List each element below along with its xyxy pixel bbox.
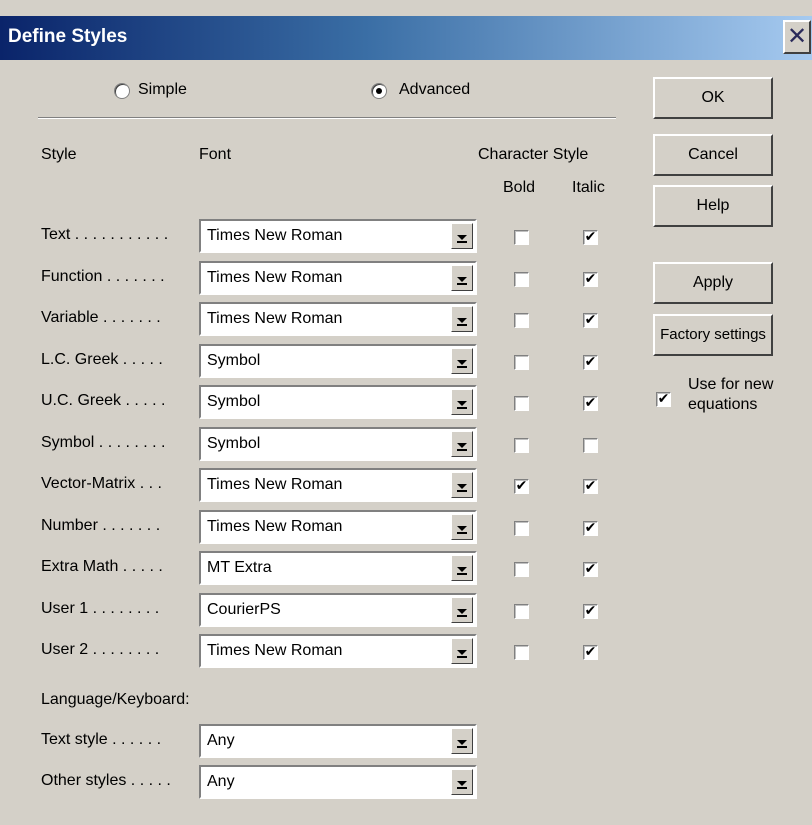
bold-checkbox[interactable] [514, 230, 529, 245]
use-for-new-equations-checkbox[interactable]: ✔ [656, 392, 671, 407]
style-row-label: Number . . . . . . . [41, 517, 161, 534]
style-font-value: Times New Roman [207, 518, 343, 535]
chevron-down-icon[interactable] [451, 223, 473, 249]
style-font-select[interactable]: Symbol [199, 344, 477, 378]
apply-button[interactable]: Apply [653, 262, 773, 304]
chevron-down-icon[interactable] [451, 348, 473, 374]
style-font-select[interactable]: Times New Roman [199, 261, 477, 295]
chevron-down-icon[interactable] [451, 514, 473, 540]
text-style-language-value: Any [207, 732, 235, 749]
bold-checkbox[interactable]: ✔ [514, 479, 529, 494]
window-title: Define Styles [8, 26, 128, 47]
style-row-label: Extra Math . . . . . [41, 558, 163, 575]
use-for-new-label-line2[interactable]: equations [688, 396, 757, 414]
style-font-select[interactable]: Times New Roman [199, 219, 477, 253]
style-row-label: Symbol . . . . . . . . [41, 434, 166, 451]
style-font-select[interactable]: Times New Roman [199, 302, 477, 336]
other-styles-language-value: Any [207, 773, 235, 790]
italic-checkbox[interactable]: ✔ [583, 396, 598, 411]
style-font-select[interactable]: Symbol [199, 385, 477, 419]
style-row-label: User 2 . . . . . . . . [41, 641, 160, 658]
bold-checkbox[interactable] [514, 272, 529, 287]
style-font-select[interactable]: Symbol [199, 427, 477, 461]
style-row-label: Variable . . . . . . . [41, 309, 161, 326]
language-keyboard-heading: Language/Keyboard: [41, 691, 190, 708]
factory-settings-button[interactable]: Factory settings [653, 314, 773, 356]
style-font-value: Times New Roman [207, 269, 343, 286]
italic-checkbox[interactable]: ✔ [583, 272, 598, 287]
text-style-label: Text style . . . . . . [41, 731, 162, 748]
style-font-value: Symbol [207, 352, 261, 369]
separator [38, 117, 616, 119]
bold-checkbox[interactable] [514, 396, 529, 411]
style-font-value: Times New Roman [207, 310, 343, 327]
italic-checkbox[interactable]: ✔ [583, 562, 598, 577]
italic-checkbox[interactable]: ✔ [583, 604, 598, 619]
chevron-down-icon[interactable] [451, 265, 473, 291]
chevron-down-icon[interactable] [451, 638, 473, 664]
chevron-down-icon[interactable] [451, 728, 473, 754]
style-font-value: CourierPS [207, 601, 281, 618]
advanced-radio[interactable] [371, 83, 387, 99]
simple-radio-label[interactable]: Simple [138, 81, 187, 99]
help-button[interactable]: Help [653, 185, 773, 227]
style-font-value: Times New Roman [207, 476, 343, 493]
bold-checkbox[interactable] [514, 313, 529, 328]
style-font-select[interactable]: Times New Roman [199, 468, 477, 502]
other-styles-language-select[interactable]: Any [199, 765, 477, 799]
style-row-label: Vector-Matrix . . . [41, 475, 162, 492]
other-styles-label: Other styles . . . . . [41, 772, 171, 789]
style-row-label: L.C. Greek . . . . . [41, 351, 163, 368]
style-font-value: Symbol [207, 393, 261, 410]
style-font-select[interactable]: MT Extra [199, 551, 477, 585]
italic-checkbox[interactable] [583, 438, 598, 453]
bold-checkbox[interactable] [514, 521, 529, 536]
italic-checkbox[interactable]: ✔ [583, 479, 598, 494]
radio-selected-dot [376, 88, 382, 94]
italic-checkbox[interactable]: ✔ [583, 645, 598, 660]
bold-column-header: Bold [503, 179, 536, 196]
style-row-label: Text . . . . . . . . . . . [41, 226, 169, 243]
chevron-down-icon[interactable] [451, 472, 473, 498]
chevron-down-icon[interactable] [451, 555, 473, 581]
style-row-label: User 1 . . . . . . . . [41, 600, 160, 617]
italic-column-header: Italic [572, 179, 605, 196]
style-font-value: Symbol [207, 435, 261, 452]
bold-checkbox[interactable] [514, 438, 529, 453]
define-styles-dialog: Define Styles ✕ Simple Advanced Style Fo… [0, 0, 812, 825]
chevron-down-icon[interactable] [451, 431, 473, 457]
simple-radio[interactable] [114, 83, 130, 99]
cancel-button[interactable]: Cancel [653, 134, 773, 176]
character-style-header: Character Style [478, 146, 589, 163]
italic-checkbox[interactable]: ✔ [583, 313, 598, 328]
style-column-header: Style [41, 146, 77, 163]
style-font-select[interactable]: Times New Roman [199, 510, 477, 544]
chevron-down-icon[interactable] [451, 597, 473, 623]
italic-checkbox[interactable]: ✔ [583, 230, 598, 245]
bold-checkbox[interactable] [514, 562, 529, 577]
advanced-radio-label[interactable]: Advanced [399, 81, 470, 99]
ok-button[interactable]: OK [653, 77, 773, 119]
style-font-select[interactable]: CourierPS [199, 593, 477, 627]
use-for-new-label-line1[interactable]: Use for new [688, 376, 773, 394]
text-style-language-select[interactable]: Any [199, 724, 477, 758]
chevron-down-icon[interactable] [451, 306, 473, 332]
style-font-value: Times New Roman [207, 642, 343, 659]
style-font-select[interactable]: Times New Roman [199, 634, 477, 668]
close-icon[interactable]: ✕ [783, 20, 811, 54]
style-font-value: MT Extra [207, 559, 272, 576]
bold-checkbox[interactable] [514, 355, 529, 370]
bold-checkbox[interactable] [514, 604, 529, 619]
title-bar: Define Styles ✕ [0, 16, 812, 60]
bold-checkbox[interactable] [514, 645, 529, 660]
italic-checkbox[interactable]: ✔ [583, 355, 598, 370]
chevron-down-icon[interactable] [451, 769, 473, 795]
italic-checkbox[interactable]: ✔ [583, 521, 598, 536]
font-column-header: Font [199, 146, 232, 163]
chevron-down-icon[interactable] [451, 389, 473, 415]
style-row-label: Function . . . . . . . [41, 268, 165, 285]
style-font-value: Times New Roman [207, 227, 343, 244]
style-row-label: U.C. Greek . . . . . [41, 392, 166, 409]
